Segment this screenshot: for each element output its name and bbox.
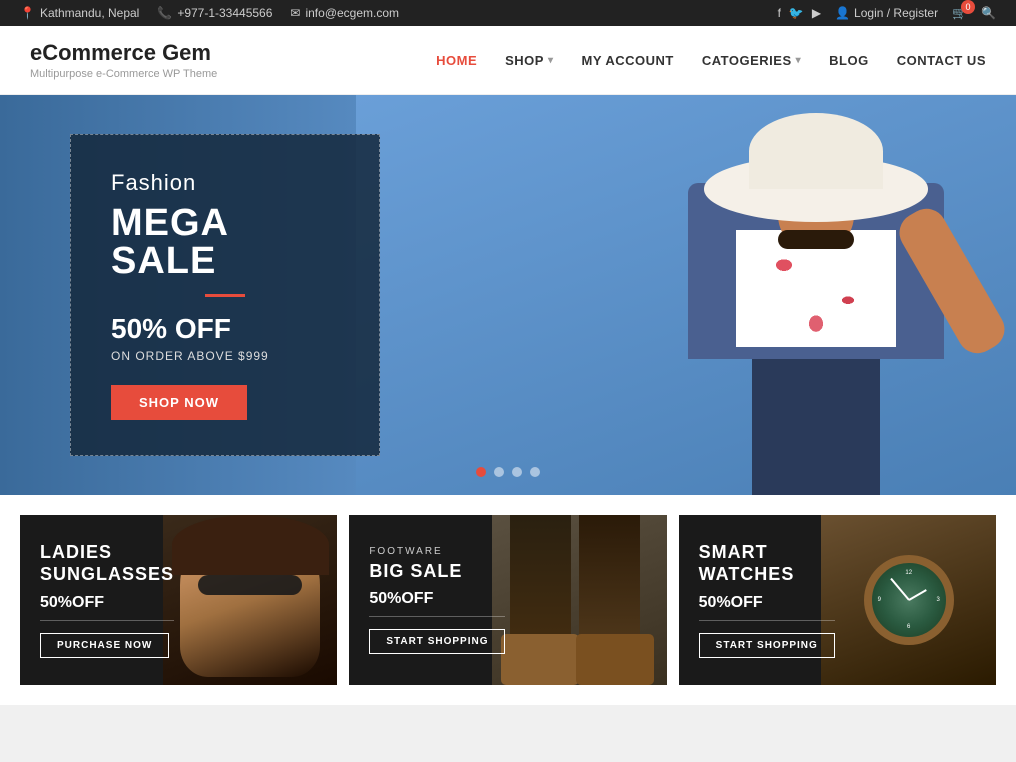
- hero-sunglasses: [778, 230, 855, 250]
- promo-card-1-content: LADIES SUNGLASSES 50%OFF PURCHASE NOW: [40, 542, 174, 657]
- email-icon: ✉: [290, 6, 300, 20]
- promo-btn-2[interactable]: START SHOPPING: [369, 629, 505, 654]
- location-info: 📍 Kathmandu, Nepal: [20, 6, 139, 20]
- nav-label-blog: BLOG: [829, 53, 869, 68]
- cart-badge: 0: [961, 0, 975, 14]
- promo-image-watches: 12 6 3 9: [821, 515, 996, 685]
- logo-title[interactable]: eCommerce Gem: [30, 40, 217, 66]
- nav-label-categories: CATOGERIES: [702, 53, 792, 68]
- slider-dots: [476, 467, 540, 477]
- hero-box: Fashion MEGA SALE 50% OFF ON ORDER ABOVE…: [70, 134, 380, 456]
- main-nav: HOME SHOP ▾ MY ACCOUNT CATOGERIES ▾ BLOG…: [436, 53, 986, 68]
- slider-dot-3[interactable]: [512, 467, 522, 477]
- promo-section: LADIES SUNGLASSES 50%OFF PURCHASE NOW FO…: [0, 495, 1016, 705]
- nav-label-myaccount: MY ACCOUNT: [581, 53, 673, 68]
- promo-title-3: SMART WATCHES: [699, 542, 835, 585]
- phone-info: 📞 +977-1-33445566: [157, 6, 272, 20]
- promo-card-2-content: FOOTWARE BIG SALE 50%OFF START SHOPPING: [369, 546, 505, 655]
- nav-item-home[interactable]: HOME: [436, 53, 477, 68]
- hero-section: Fashion MEGA SALE 50% OFF ON ORDER ABOVE…: [0, 95, 1016, 495]
- promo-card-watches: SMART WATCHES 50%OFF START SHOPPING 12 6…: [679, 515, 996, 685]
- promo-title-2: BIG SALE: [369, 561, 505, 583]
- promo-btn-3[interactable]: START SHOPPING: [699, 633, 835, 658]
- login-register-link[interactable]: 👤 Login / Register: [835, 6, 938, 20]
- nav-item-shop[interactable]: SHOP ▾: [505, 53, 553, 68]
- cart-icon[interactable]: 🛒 0: [952, 6, 967, 20]
- twitter-icon[interactable]: 🐦: [789, 6, 804, 20]
- nav-item-blog[interactable]: BLOG: [829, 53, 869, 68]
- hero-person: [656, 105, 976, 495]
- promo-btn-1[interactable]: PURCHASE NOW: [40, 633, 169, 658]
- promo-card-footwear: FOOTWARE BIG SALE 50%OFF START SHOPPING: [349, 515, 666, 685]
- nav-item-myaccount[interactable]: MY ACCOUNT: [581, 53, 673, 68]
- promo-title-1: LADIES SUNGLASSES: [40, 542, 174, 585]
- hero-subtitle: Fashion: [111, 170, 339, 196]
- hero-hat: [704, 113, 928, 222]
- hero-discount: 50% OFF: [111, 313, 339, 345]
- social-icons: f 🐦 ▶: [778, 6, 822, 20]
- nav-label-home: HOME: [436, 53, 477, 68]
- phone-icon: 📞: [157, 6, 172, 20]
- promo-card-sunglasses: LADIES SUNGLASSES 50%OFF PURCHASE NOW: [20, 515, 337, 685]
- phone-text: +977-1-33445566: [177, 6, 272, 20]
- facebook-icon[interactable]: f: [778, 6, 781, 20]
- promo-image-sunglasses: [163, 515, 338, 685]
- promo-category-2: FOOTWARE: [369, 546, 505, 557]
- nav-item-categories[interactable]: CATOGERIES ▾: [702, 53, 801, 68]
- slider-dot-2[interactable]: [494, 467, 504, 477]
- logo-subtitle: Multipurpose e-Commerce WP Theme: [30, 68, 217, 80]
- promo-discount-2: 50%OFF: [369, 590, 505, 617]
- location-text: Kathmandu, Nepal: [40, 6, 139, 20]
- search-icon[interactable]: 🔍: [981, 6, 996, 20]
- location-icon: 📍: [20, 6, 35, 20]
- hero-condition: ON ORDER ABOVE $999: [111, 349, 339, 363]
- shop-now-button[interactable]: SHOP NOW: [111, 385, 247, 420]
- chevron-down-icon-cat: ▾: [796, 55, 802, 66]
- user-icon: 👤: [835, 6, 850, 20]
- top-bar: 📍 Kathmandu, Nepal 📞 +977-1-33445566 ✉ i…: [0, 0, 1016, 26]
- nav-label-shop: SHOP: [505, 53, 544, 68]
- email-text: info@ecgem.com: [305, 6, 399, 20]
- chevron-down-icon: ▾: [548, 55, 554, 66]
- top-bar-right: f 🐦 ▶ 👤 Login / Register 🛒 0 🔍: [778, 6, 996, 20]
- nav-label-contact: CONTACT US: [897, 53, 986, 68]
- top-bar-left: 📍 Kathmandu, Nepal 📞 +977-1-33445566 ✉ i…: [20, 6, 399, 20]
- hero-main-title: MEGA SALE: [111, 204, 339, 280]
- promo-card-3-content: SMART WATCHES 50%OFF START SHOPPING: [699, 542, 835, 657]
- nav-item-contact[interactable]: CONTACT US: [897, 53, 986, 68]
- promo-discount-1: 50%OFF: [40, 594, 174, 621]
- youtube-icon[interactable]: ▶: [812, 6, 821, 20]
- header: eCommerce Gem Multipurpose e-Commerce WP…: [0, 26, 1016, 95]
- slider-dot-4[interactable]: [530, 467, 540, 477]
- promo-image-footwear: [492, 515, 667, 685]
- logo-area: eCommerce Gem Multipurpose e-Commerce WP…: [30, 40, 217, 80]
- hero-divider: [205, 294, 245, 297]
- hero-content: Fashion MEGA SALE 50% OFF ON ORDER ABOVE…: [70, 134, 380, 456]
- login-text: Login / Register: [854, 6, 938, 20]
- promo-discount-3: 50%OFF: [699, 594, 835, 621]
- hero-image-area: [356, 95, 1016, 495]
- email-info: ✉ info@ecgem.com: [290, 6, 399, 20]
- slider-dot-1[interactable]: [476, 467, 486, 477]
